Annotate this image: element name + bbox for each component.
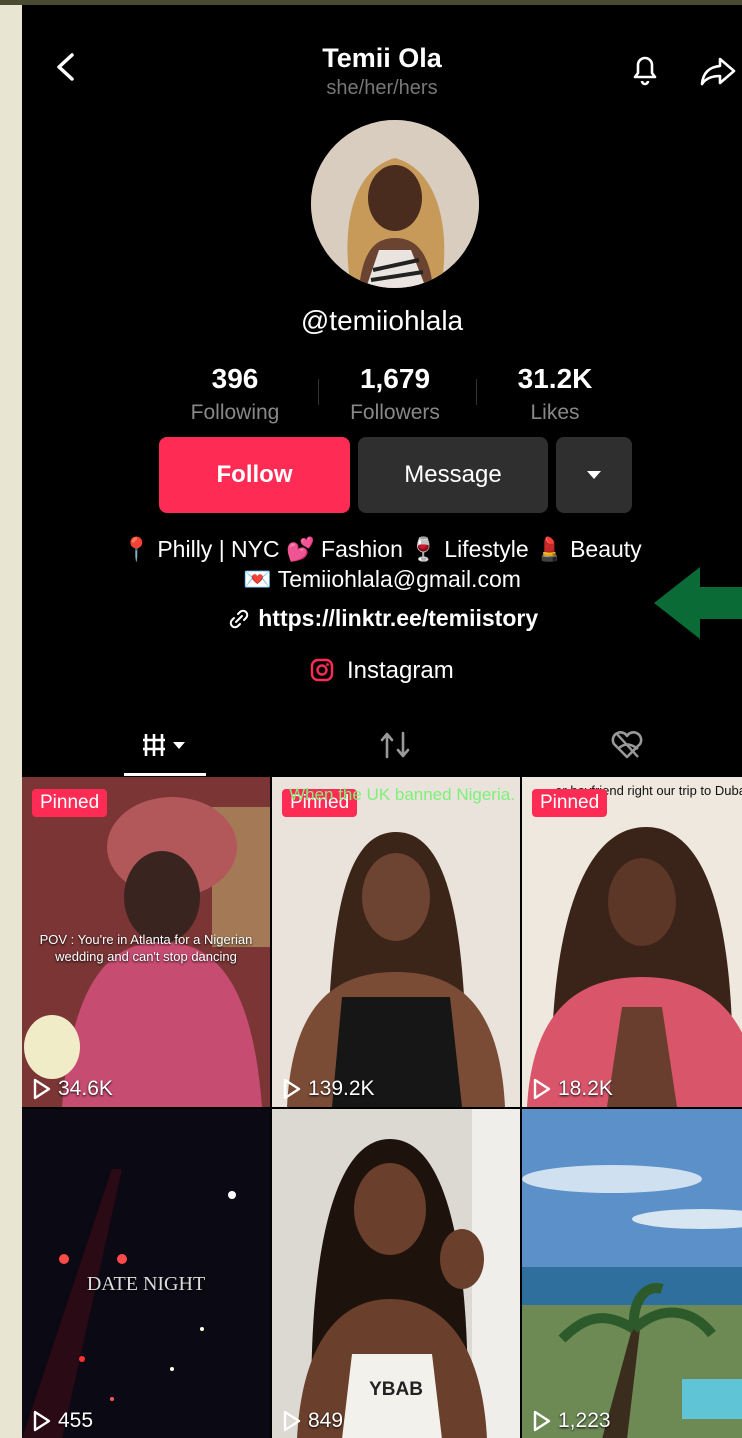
view-count-text: 1,223 — [558, 1409, 611, 1432]
play-icon — [283, 1078, 301, 1100]
play-icon — [33, 1410, 51, 1432]
repost-icon — [380, 731, 410, 759]
video-thumbnail-1[interactable]: Pinned POV : You're in Atlanta for a Nig… — [22, 777, 270, 1107]
stat-followers-value: 1,679 — [359, 363, 431, 394]
message-button[interactable]: Message — [358, 437, 548, 513]
view-count: 18.2K — [532, 1077, 613, 1101]
stat-likes[interactable]: 31.2K Likes — [475, 363, 635, 425]
profile-header: Temii Ola she/her/hers — [22, 5, 742, 115]
view-count-text: 849 — [308, 1409, 344, 1432]
video-caption: DATE NIGHT — [86, 1273, 206, 1295]
play-icon — [533, 1410, 551, 1432]
stat-followers[interactable]: 1,679 Followers — [315, 363, 475, 425]
bell-icon[interactable] — [625, 49, 665, 89]
video-thumbnail-5[interactable]: YBAB 849 — [272, 1109, 520, 1438]
follow-button[interactable]: Follow — [159, 437, 350, 513]
share-arrow-icon[interactable] — [698, 51, 738, 91]
stat-likes-label: Likes — [530, 401, 580, 424]
thumbnail-image — [272, 777, 520, 1107]
green-arrow-annotation — [654, 567, 742, 639]
more-options-button[interactable] — [556, 437, 632, 513]
view-count: 34.6K — [32, 1077, 113, 1101]
stat-likes-value: 31.2K — [517, 363, 593, 394]
video-thumbnail-2[interactable]: Pinned When the UK banned Nigeria. 139.2… — [272, 777, 520, 1107]
grid-icon — [143, 734, 185, 756]
play-icon — [533, 1078, 551, 1100]
pinned-badge: Pinned — [532, 789, 608, 817]
video-thumbnail-6[interactable]: 1,223 — [522, 1109, 742, 1438]
pinned-badge: Pinned — [32, 789, 108, 817]
profile-avatar[interactable] — [311, 120, 479, 288]
view-count-text: 455 — [58, 1409, 94, 1432]
stat-following-label: Following — [190, 401, 280, 424]
video-thumbnail-3[interactable]: er boyfriend right our trip to Dubai Pin… — [522, 777, 742, 1107]
bio-link-text: https://linktr.ee/temiistory — [258, 605, 539, 631]
video-caption: YBAB — [369, 1379, 423, 1400]
thumbnail-image — [522, 777, 742, 1107]
view-count-text: 18.2K — [558, 1077, 613, 1100]
bio-line-1: 📍 Philly | NYC 💕 Fashion 🍷 Lifestyle 💄 B… — [122, 536, 642, 562]
play-icon — [283, 1410, 301, 1432]
video-thumbnail-4[interactable]: DATE NIGHT 455 — [22, 1109, 270, 1438]
stat-following-value: 396 — [211, 363, 259, 394]
link-icon — [229, 609, 249, 629]
instagram-link[interactable]: Instagram — [22, 657, 742, 685]
bio-email: 💌 Temiiohlala@gmail.com — [243, 566, 521, 592]
view-count: 849 — [282, 1409, 343, 1433]
content-tabs — [22, 715, 742, 777]
tab-videos[interactable] — [120, 725, 210, 765]
instagram-icon — [311, 658, 334, 682]
view-count: 1,223 — [532, 1409, 611, 1433]
caret-down-icon — [587, 471, 601, 479]
bio-link[interactable]: https://linktr.ee/temiistory — [22, 605, 742, 632]
profile-handle: @temiiohlala — [300, 305, 464, 336]
thumbnail-image — [522, 1109, 742, 1438]
video-caption: When the UK banned Nigeria. — [289, 785, 515, 804]
video-caption: POV : You're in Atlanta for a Nigerian w… — [39, 932, 253, 964]
view-count: 139.2K — [282, 1077, 375, 1101]
tiktok-profile-screen: Temii Ola she/her/hers @temiiohlala 396 … — [22, 5, 742, 1438]
active-tab-indicator — [124, 773, 206, 776]
stat-following[interactable]: 396 Following — [155, 363, 315, 425]
view-count-text: 139.2K — [308, 1077, 375, 1100]
stat-followers-label: Followers — [350, 401, 440, 424]
view-count-text: 34.6K — [58, 1077, 113, 1100]
hidden-heart-icon — [611, 731, 643, 759]
view-count: 455 — [32, 1409, 93, 1433]
tab-liked[interactable] — [582, 725, 672, 765]
play-icon — [33, 1078, 51, 1100]
tab-reposts[interactable] — [350, 725, 440, 765]
instagram-label: Instagram — [346, 657, 454, 684]
